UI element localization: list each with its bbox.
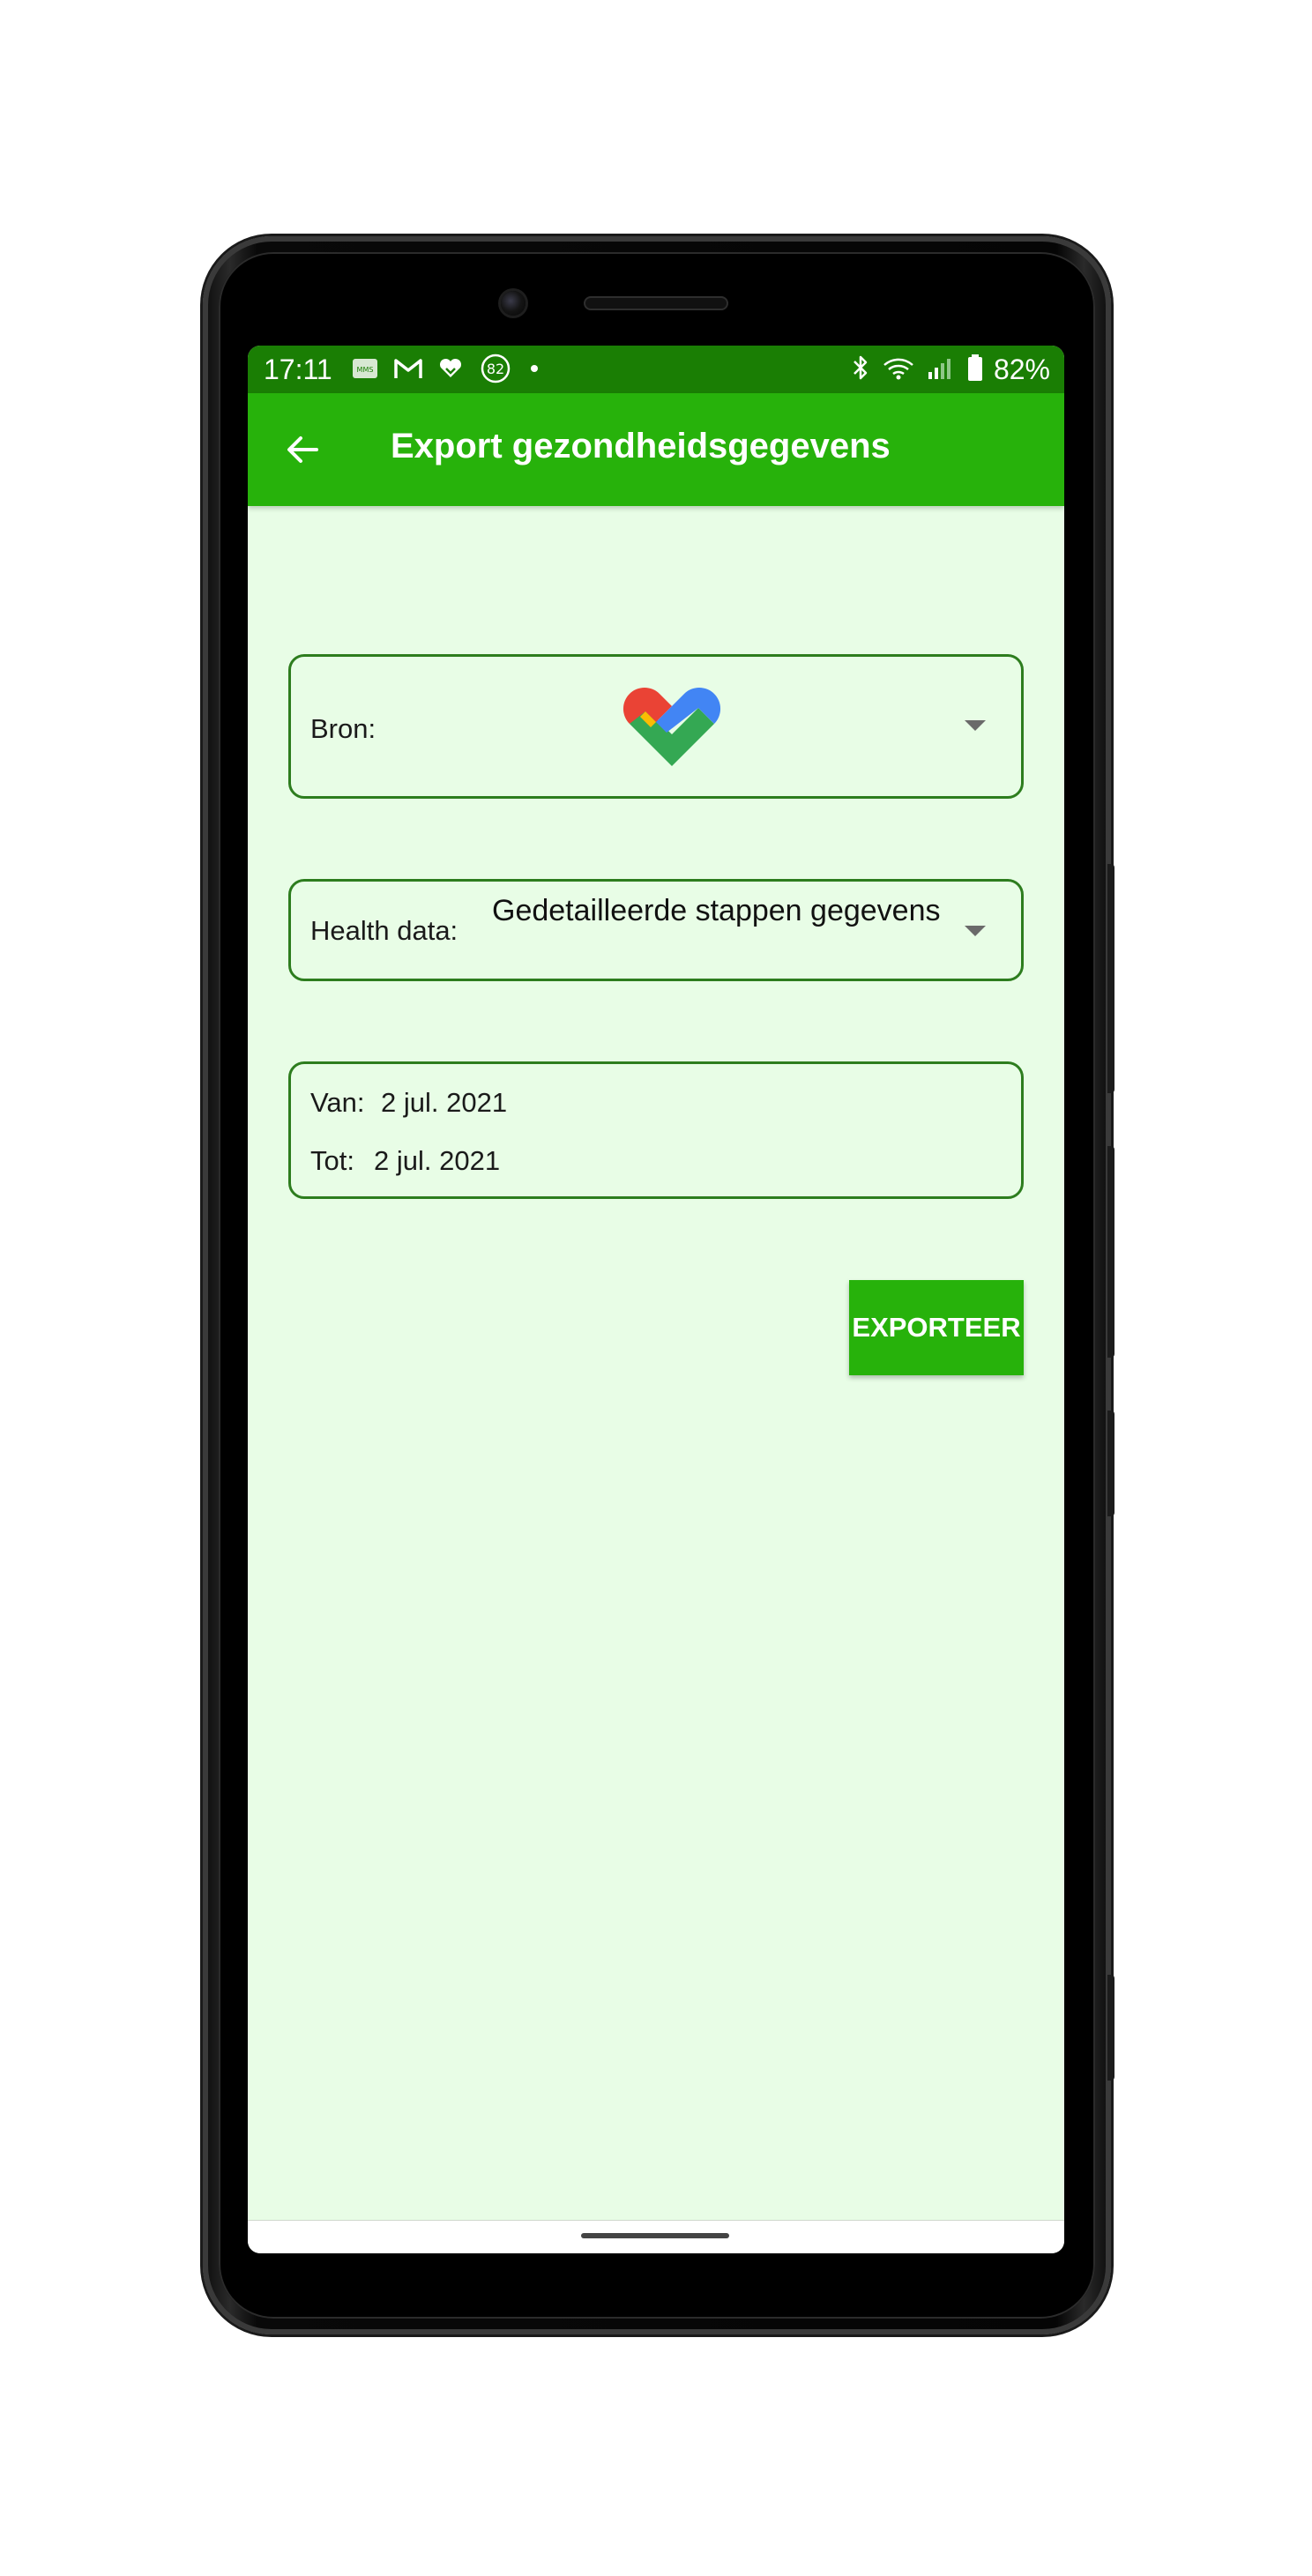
- health-data-value: Gedetailleerde stappen gegevens: [492, 894, 941, 927]
- shutter-button: [1107, 1975, 1114, 2081]
- from-label: Van:: [310, 1087, 365, 1118]
- side-key: [1107, 1411, 1114, 1516]
- wifi-icon: [881, 354, 916, 385]
- sms-icon: MMS: [352, 357, 378, 384]
- signal-icon: [927, 354, 957, 385]
- status-time: 17:11: [264, 353, 332, 385]
- dot-icon: [528, 362, 540, 379]
- earpiece-speaker: [585, 298, 727, 309]
- to-label: Tot:: [310, 1145, 354, 1176]
- source-dropdown[interactable]: Bron:: [288, 654, 1024, 799]
- back-arrow-icon[interactable]: [285, 432, 320, 467]
- chevron-down-icon: [965, 720, 986, 731]
- health-data-dropdown[interactable]: Health data: Gedetailleerde stappen gege…: [288, 879, 1024, 981]
- notification-icons: MMS 82: [352, 354, 540, 386]
- home-gesture-handle[interactable]: [581, 2233, 729, 2238]
- source-label: Bron:: [310, 713, 376, 744]
- svg-text:82: 82: [487, 361, 504, 377]
- export-button[interactable]: EXPORTEER: [849, 1280, 1024, 1375]
- bluetooth-icon: [851, 354, 870, 385]
- health-data-label: Health data:: [310, 915, 458, 946]
- navigation-bar: [248, 2220, 1064, 2253]
- app-bar: Export gezondheidsgegevens: [248, 393, 1064, 506]
- svg-text:MMS: MMS: [357, 366, 374, 374]
- chevron-down-icon: [965, 926, 986, 936]
- page-title: Export gezondheidsgegevens: [391, 427, 891, 465]
- status-right-icons: 82%: [851, 353, 1050, 386]
- google-fit-logo-icon: [622, 687, 721, 766]
- volume-button: [1107, 864, 1114, 1093]
- gmail-icon: [394, 357, 422, 384]
- from-date[interactable]: 2 jul. 2021: [381, 1087, 507, 1119]
- battery-percent: 82%: [993, 353, 1050, 385]
- date-range-card: Van: 2 jul. 2021 Tot: 2 jul. 2021: [288, 1061, 1024, 1199]
- power-button: [1107, 1146, 1114, 1358]
- fit-heart-icon: [438, 358, 463, 383]
- screen: 17:11 MMS 82 82% Export gezondheidsgegev…: [248, 346, 1064, 2253]
- badge-82-icon: 82: [479, 354, 512, 388]
- battery-icon: [967, 354, 983, 386]
- status-bar: 17:11 MMS 82 82%: [248, 346, 1064, 393]
- to-date[interactable]: 2 jul. 2021: [374, 1145, 500, 1177]
- front-camera: [501, 291, 526, 316]
